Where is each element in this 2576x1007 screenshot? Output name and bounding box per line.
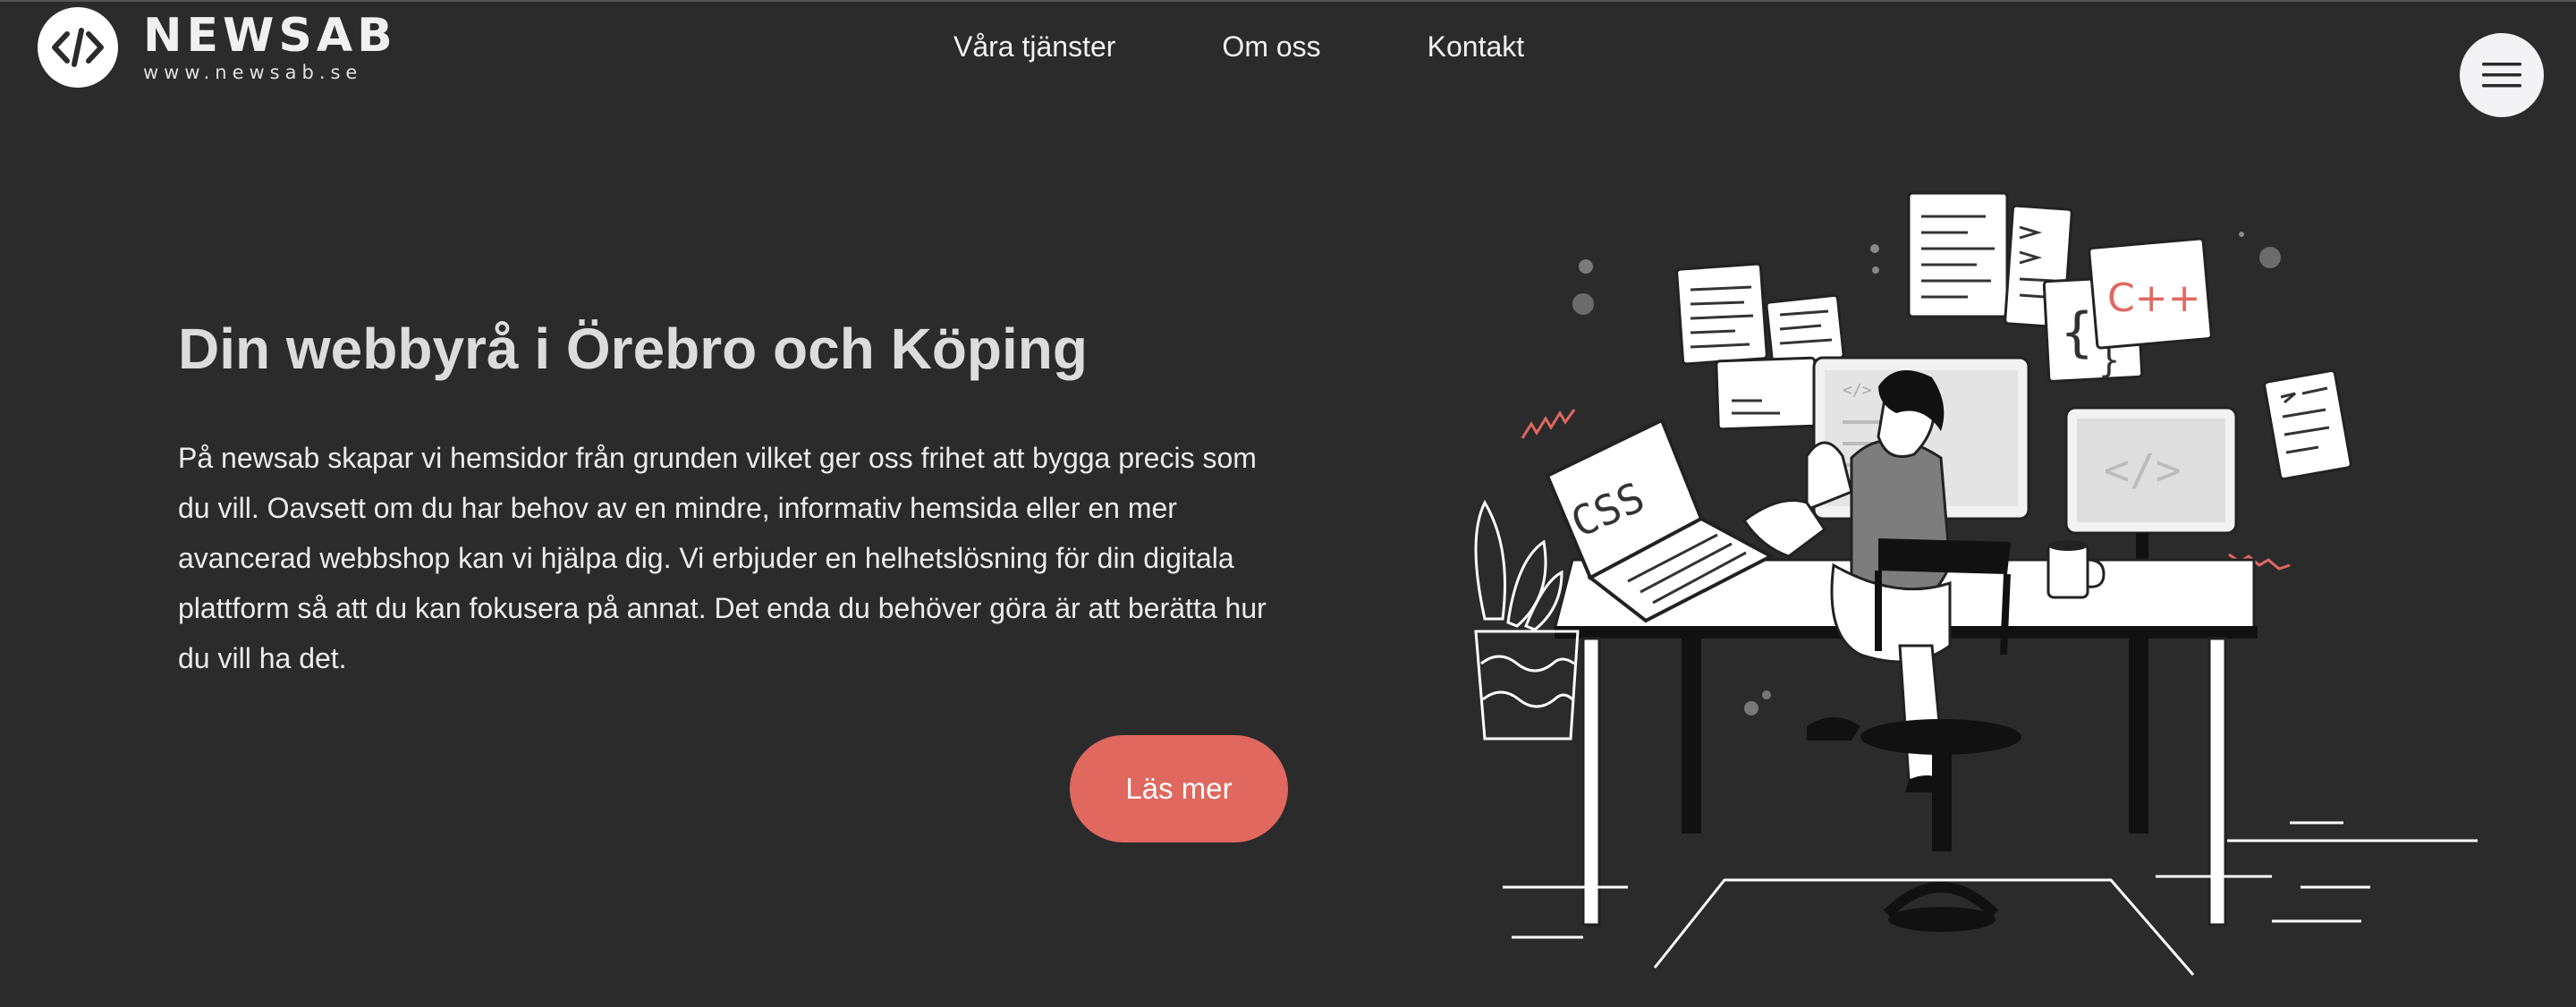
menu-button[interactable]	[2460, 33, 2544, 117]
hamburger-menu-icon	[2482, 63, 2521, 88]
nav-link-about[interactable]: Om oss	[1222, 29, 1320, 64]
nav-link-services[interactable]: Våra tjänster	[953, 29, 1115, 64]
logo-text: NEWSAB www.newsab.se	[143, 12, 397, 83]
logo-url: www.newsab.se	[143, 62, 363, 83]
site-logo[interactable]: NEWSAB www.newsab.se	[38, 7, 397, 88]
hero-description: På newsab skapar vi hemsidor från grunde…	[178, 442, 1267, 674]
nav-link-contact[interactable]: Kontakt	[1428, 29, 1525, 64]
page: NEWSAB www.newsab.se Våra tjänster Om os…	[0, 0, 2576, 1007]
code-brackets-icon	[38, 7, 118, 88]
main-nav: Våra tjänster Om oss Kontakt	[953, 29, 1524, 64]
svg-text:{: {	[2061, 301, 2093, 364]
cpp-document: C++	[2088, 237, 2213, 350]
svg-text:</>: </>	[1843, 381, 1872, 400]
svg-text:</>: </>	[2104, 445, 2182, 495]
read-more-button[interactable]: Läs mer	[1070, 735, 1288, 842]
cpp-text: C++	[2107, 275, 2200, 321]
logo-name: NEWSAB	[143, 9, 397, 63]
code-document-1	[1675, 262, 1768, 366]
monitor-right: </>	[2064, 406, 2238, 571]
hero-title: Din webbyrå i Örebro och Köping	[178, 317, 1088, 381]
developer-illustration: { } C++ </> </> CSS	[1474, 191, 2478, 976]
